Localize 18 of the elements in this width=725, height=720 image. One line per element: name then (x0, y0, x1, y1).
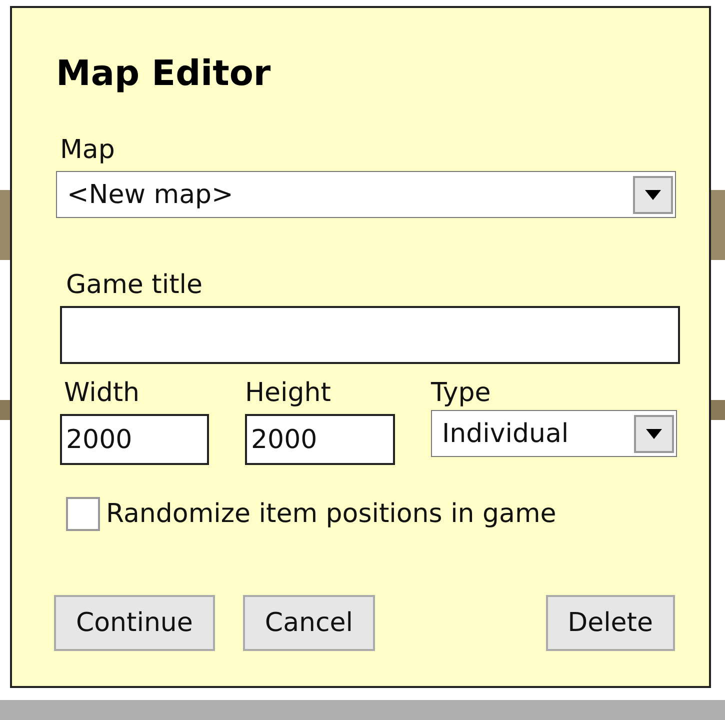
input-field[interactable]: 2000 (245, 414, 395, 465)
field-label: Width (64, 378, 141, 408)
caret-icon (645, 190, 661, 200)
field-label: Map (60, 135, 116, 165)
dialog-title: Map Editor (56, 53, 272, 95)
dialog-button[interactable]: Delete (546, 595, 675, 651)
caret-icon (646, 428, 662, 438)
field-label: Height (245, 378, 332, 408)
checkbox-label: Randomize item positions in game (106, 499, 556, 529)
field-label: Game title (66, 270, 204, 300)
checkbox[interactable] (66, 497, 100, 531)
input-field[interactable]: 2000 (60, 414, 209, 465)
map-select[interactable]: <New map> (56, 171, 676, 218)
input-field[interactable] (60, 306, 680, 364)
type-select[interactable]: Individual (431, 410, 677, 457)
dialog-button[interactable]: Continue (54, 595, 215, 651)
dialog-button[interactable]: Cancel (242, 595, 376, 651)
field-label: Type (431, 378, 492, 408)
